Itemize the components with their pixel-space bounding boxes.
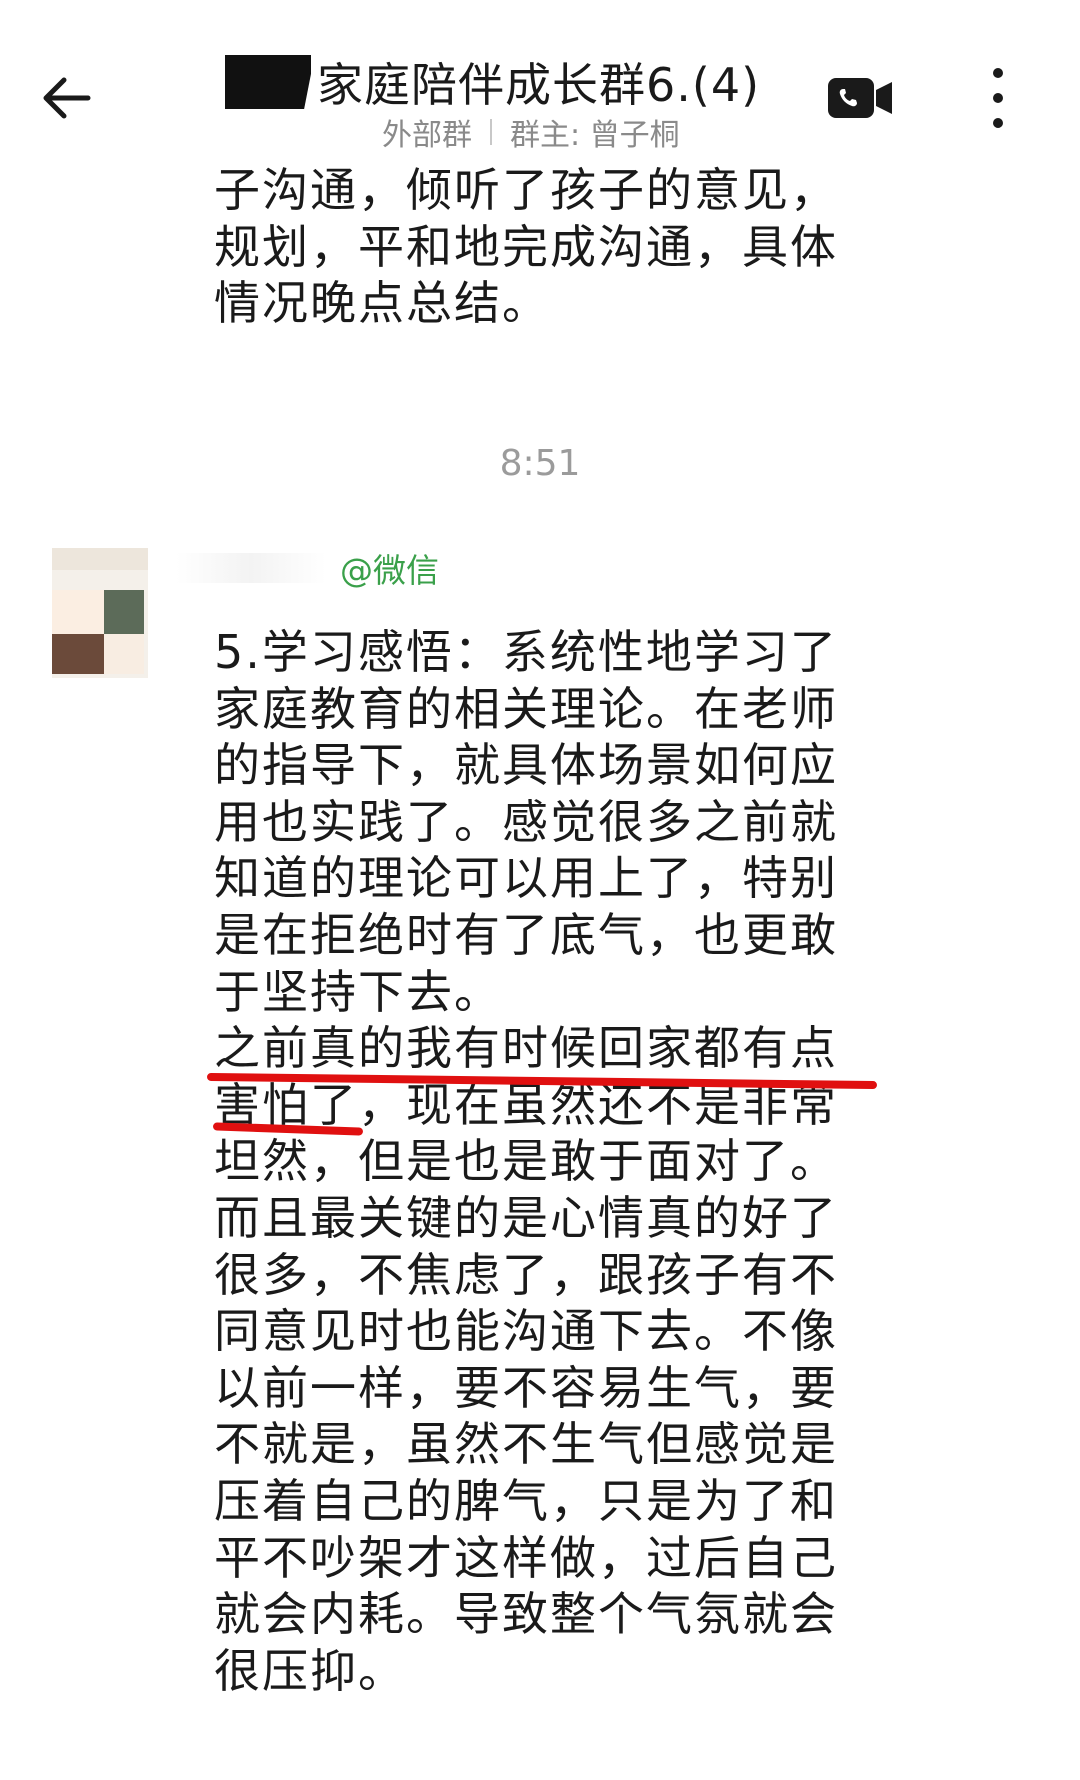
video-call-icon — [828, 78, 892, 118]
sender-name-blurred — [176, 553, 326, 583]
video-call-button[interactable] — [826, 74, 894, 122]
avatar[interactable] — [30, 548, 148, 678]
more-vertical-icon — [993, 68, 1003, 78]
group-owner-label: 群主: 曾子桐 — [510, 118, 680, 153]
sender-row: @微信 — [176, 544, 439, 592]
subtitle-divider — [490, 119, 492, 145]
group-type-label: 外部群 — [382, 118, 472, 153]
arrow-left-icon — [43, 77, 91, 119]
redacted-block — [225, 55, 311, 109]
group-title: 家庭陪伴成长群6.(4) — [317, 58, 761, 112]
previous-message-text: 子沟通，倾听了孩子的意见，规划，平和地完成沟通，具体情况晚点总结。 — [214, 163, 838, 331]
group-subtitle: 外部群 群主: 曾子桐 — [382, 110, 680, 154]
more-options-button[interactable] — [978, 62, 1018, 134]
message-timestamp: 8:51 — [499, 443, 581, 484]
back-button[interactable] — [30, 62, 102, 134]
sender-source-tag: @微信 — [340, 551, 439, 590]
chat-header: 家庭陪伴成长群6.(4) 外部群 群主: 曾子桐 — [0, 0, 1080, 168]
message-text: 5.学习感悟：系统性地学习了家庭教育的相关理论。在老师的指导下，就具体场景如何应… — [214, 625, 838, 1698]
chat-screen: 家庭陪伴成长群6.(4) 外部群 群主: 曾子桐 子沟通，倾听了孩子的意见，规划… — [0, 0, 1080, 1780]
